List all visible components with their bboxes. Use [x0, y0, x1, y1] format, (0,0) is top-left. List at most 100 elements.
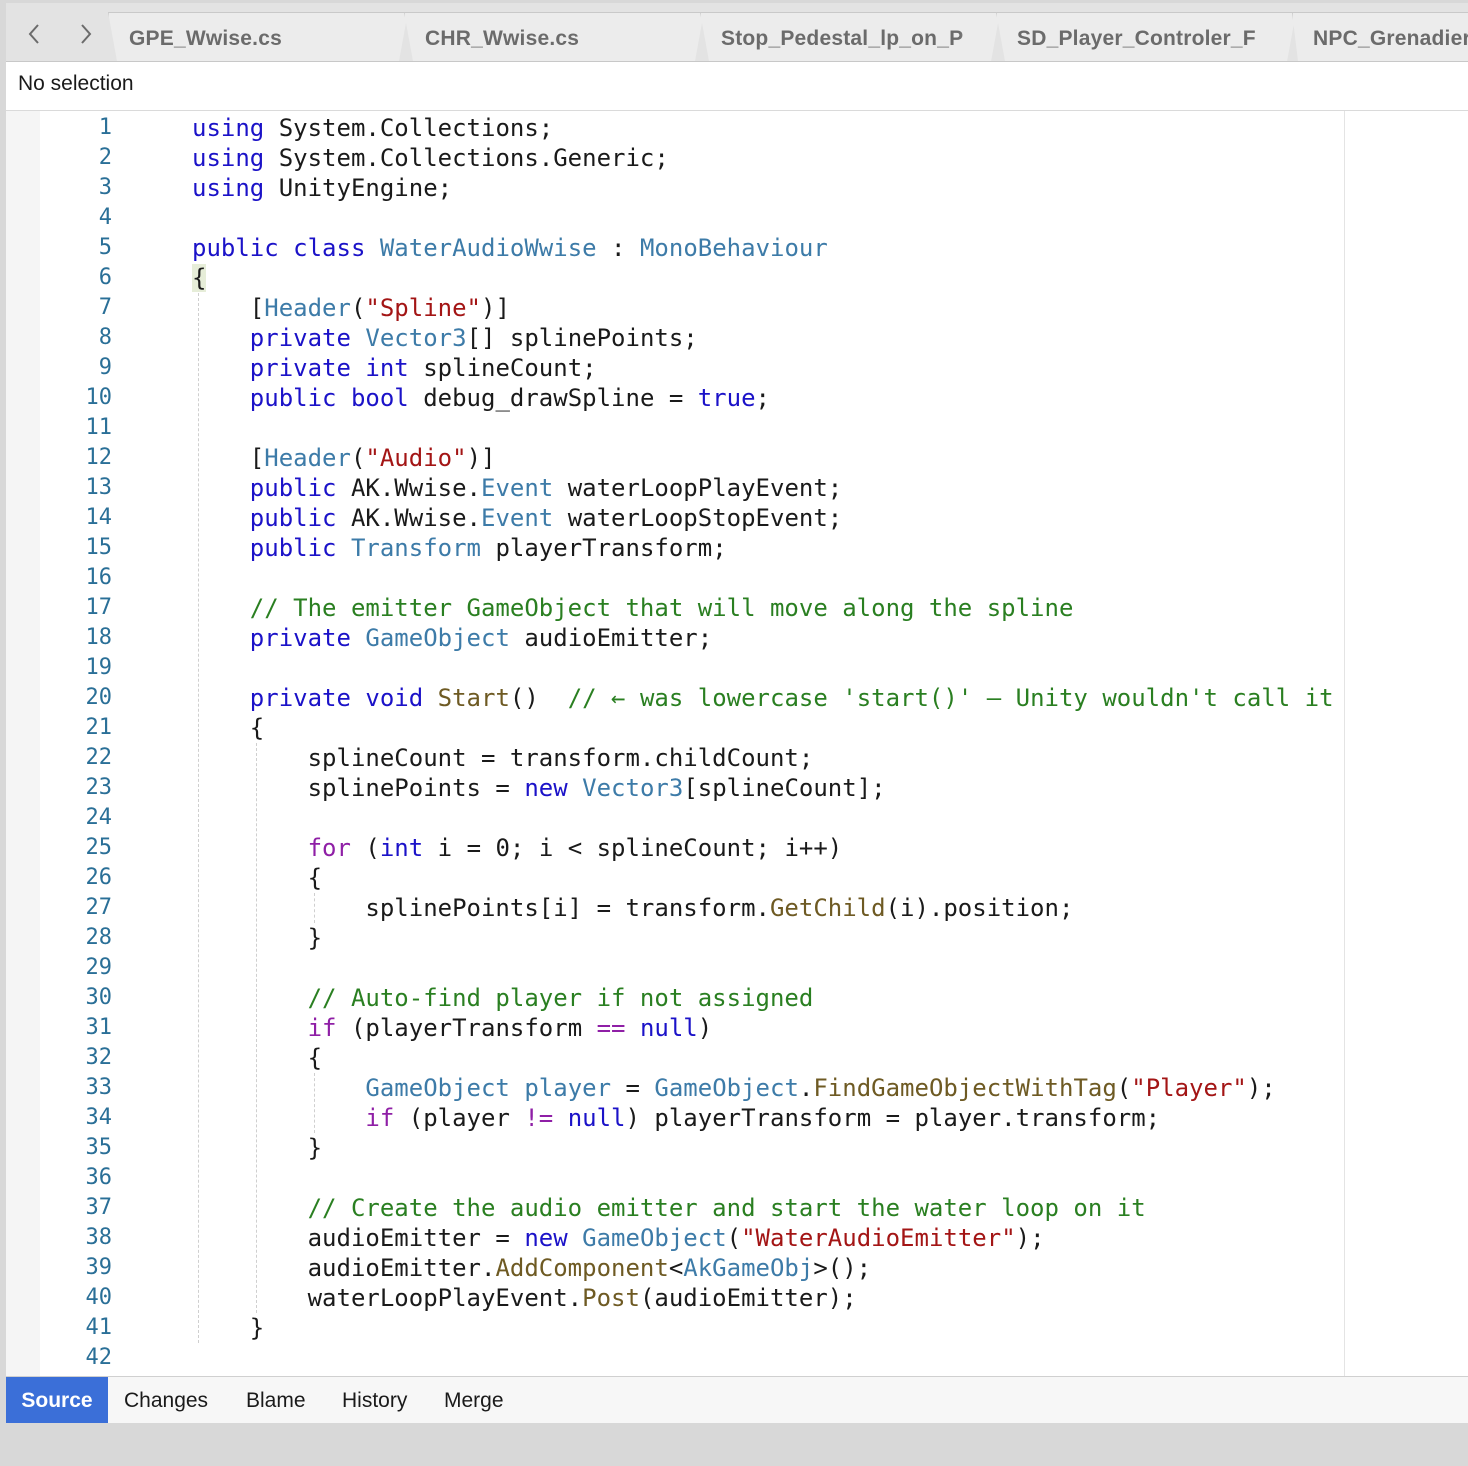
selection-bar: No selection	[6, 62, 1468, 111]
code-token: null	[567, 1104, 626, 1132]
line-number: 19	[85, 655, 113, 680]
code-token: "Audio"	[365, 444, 467, 472]
code-token: true	[697, 384, 756, 412]
source-view-tab-label: Source	[21, 1388, 93, 1412]
code-line[interactable]: [Header("Spline")]	[192, 293, 510, 323]
code-token: // The emitter GameObject that will move…	[249, 594, 1074, 622]
line-number: 36	[85, 1165, 113, 1190]
back-button[interactable]	[14, 17, 54, 51]
code-token: using	[192, 114, 265, 142]
code-token: public	[249, 504, 337, 532]
code-line[interactable]: private Vector3[] splinePoints;	[192, 323, 698, 353]
code-line[interactable]: private void Start() // ← was lowercase …	[192, 683, 1334, 713]
file-tab[interactable]: SD_Player_Controler_F	[996, 12, 1296, 61]
code-token: class	[293, 234, 366, 262]
file-tab[interactable]: GPE_Wwise.cs	[108, 12, 408, 61]
code-token: GameObject	[365, 624, 510, 652]
code-line[interactable]: if (player != null) playerTransform = pl…	[192, 1103, 1160, 1133]
code-line[interactable]: {	[192, 1043, 322, 1073]
chevron-left-icon	[28, 24, 39, 44]
code-line[interactable]: {	[192, 263, 207, 293]
line-number: 37	[85, 1195, 113, 1220]
history-view-tab[interactable]: History	[326, 1377, 423, 1423]
code-line[interactable]: public AK.Wwise.Event waterLoopPlayEvent…	[192, 473, 842, 503]
file-tab[interactable]: Stop_Pedestal_lp_on_P	[700, 12, 1000, 61]
code-token: )	[697, 1014, 713, 1042]
code-line[interactable]: }	[192, 923, 322, 953]
line-number: 18	[85, 625, 113, 650]
code-token: if	[307, 1014, 337, 1042]
code-token: int	[365, 354, 409, 382]
code-line[interactable]: }	[192, 1133, 322, 1163]
code-editor[interactable]: 1 2 3 4 5 6 7 8 9 10 11 12 13 14 15 16 17 18 19 20 21 22 23 24 2…	[6, 111, 1468, 1377]
code-line[interactable]: audioEmitter = new GameObject("WaterAudi…	[192, 1223, 1045, 1253]
changes-view-tab[interactable]: Changes	[108, 1377, 224, 1423]
code-line[interactable]: splinePoints = new Vector3[splineCount];	[192, 773, 886, 803]
tab-fade	[959, 13, 999, 61]
code-token: Post	[582, 1284, 640, 1312]
merge-view-tab[interactable]: Merge	[428, 1377, 520, 1423]
code-token: [	[192, 444, 265, 472]
forward-button[interactable]	[66, 17, 106, 51]
code-token: Vector3	[365, 324, 467, 352]
code-token: =	[611, 1074, 655, 1102]
code-token: waterLoopPlayEvent;	[553, 474, 843, 502]
code-line[interactable]: if (playerTransform == null)	[192, 1013, 713, 1043]
history-view-tab-label: History	[342, 1388, 408, 1412]
code-line[interactable]: // Create the audio emitter and start th…	[192, 1193, 1146, 1223]
code-line[interactable]: // Auto-find player if not assigned	[192, 983, 814, 1013]
code-line[interactable]: private GameObject audioEmitter;	[192, 623, 712, 653]
code-line[interactable]: waterLoopPlayEvent.Post(audioEmitter);	[192, 1283, 857, 1313]
code-line[interactable]: public class WaterAudioWwise : MonoBehav…	[192, 233, 828, 263]
code-line[interactable]: {	[192, 863, 322, 893]
code-line[interactable]: public Transform playerTransform;	[192, 533, 727, 563]
code-token: private	[249, 324, 351, 352]
code-token: MonoBehaviour	[639, 234, 828, 262]
blame-view-tab[interactable]: Blame	[230, 1377, 322, 1423]
file-tab[interactable]: CHR_Wwise.cs	[404, 12, 704, 61]
code-line[interactable]: public bool debug_drawSpline = true;	[192, 383, 770, 413]
code-line[interactable]: using System.Collections;	[192, 113, 553, 143]
code-line[interactable]: for (int i = 0; i < splineCount; i++)	[192, 833, 843, 863]
code-line[interactable]: using UnityEngine;	[192, 173, 452, 203]
code-token: {	[192, 264, 207, 292]
code-token: Transform	[350, 534, 481, 562]
code-line[interactable]: }	[192, 1313, 264, 1343]
line-number: 42	[85, 1345, 113, 1370]
code-token: (	[726, 1224, 742, 1252]
code-line[interactable]: audioEmitter.AddComponent<AkGameObj>();	[192, 1253, 872, 1283]
file-tab-bar: GPE_Wwise.cs CHR_Wwise.cs Stop_Pedestal_…	[6, 3, 1468, 62]
source-editor-window: GPE_Wwise.cs CHR_Wwise.cs Stop_Pedestal_…	[6, 3, 1468, 1423]
code-line[interactable]: {	[192, 713, 264, 743]
line-number: 17	[85, 595, 113, 620]
code-token: ;	[755, 384, 770, 412]
line-number: 30	[85, 985, 113, 1010]
file-tab-label: NPC_Grenadier	[1313, 27, 1468, 50]
code-line[interactable]: GameObject player = GameObject.FindGameO…	[192, 1073, 1275, 1103]
code-line[interactable]: splinePoints[i] = transform.GetChild(i).…	[192, 893, 1073, 923]
code-token: if	[365, 1104, 395, 1132]
code-token: {	[192, 864, 323, 892]
code-line[interactable]: splineCount = transform.childCount;	[192, 743, 814, 773]
source-view-tab[interactable]: Source	[6, 1377, 108, 1423]
code-line[interactable]: [Header("Audio")]	[192, 443, 496, 473]
code-line[interactable]: // The emitter GameObject that will move…	[192, 593, 1074, 623]
code-line[interactable]: using System.Collections.Generic;	[192, 143, 669, 173]
code-line[interactable]: public AK.Wwise.Event waterLoopStopEvent…	[192, 503, 842, 533]
code-line[interactable]: private int splineCount;	[192, 353, 597, 383]
code-token: )]	[466, 444, 496, 472]
line-number: 32	[85, 1045, 113, 1070]
line-number: 34	[85, 1105, 113, 1130]
file-tab[interactable]: NPC_Grenadier	[1292, 12, 1468, 61]
code-token: public	[249, 474, 337, 502]
code-token: Vector3	[582, 774, 684, 802]
chevron-right-icon	[81, 24, 92, 44]
